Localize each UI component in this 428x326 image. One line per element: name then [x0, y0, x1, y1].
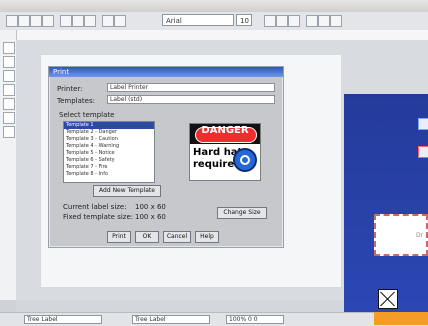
- section-label: Select template: [59, 111, 115, 119]
- image-tool-icon[interactable]: [3, 112, 15, 124]
- change-size-button[interactable]: Change Size: [217, 207, 267, 219]
- preview-label-frame: Dr: [374, 214, 428, 256]
- italic-icon[interactable]: [276, 15, 288, 27]
- danger-sign-preview: DANGER Hard hat required: [189, 123, 261, 181]
- list-item[interactable]: Template 4 - Warning: [64, 143, 154, 150]
- printer-field[interactable]: Label Printer: [107, 83, 275, 92]
- list-item[interactable]: Template 7 - Fire: [64, 164, 154, 171]
- preview-thumbnail[interactable]: [418, 146, 428, 158]
- option-1-value: 100 x 60: [135, 203, 166, 211]
- copy-icon[interactable]: [72, 15, 84, 27]
- preview-thumbnail[interactable]: [418, 118, 428, 130]
- list-item[interactable]: Template 8 - Info: [64, 171, 154, 178]
- save-file-icon[interactable]: [30, 15, 42, 27]
- help-button[interactable]: Help: [195, 231, 219, 243]
- status-right[interactable]: 100% 0 0: [226, 315, 284, 324]
- template-listbox[interactable]: Template 1 Template 2 - Danger Template …: [63, 121, 155, 183]
- print-button[interactable]: Print: [107, 231, 131, 243]
- font-size-dropdown[interactable]: 10: [236, 14, 252, 26]
- list-item[interactable]: Template 1: [64, 122, 154, 129]
- select-tool-icon[interactable]: [3, 42, 15, 54]
- cut-icon[interactable]: [60, 15, 72, 27]
- templates-field[interactable]: Label (std): [107, 95, 275, 104]
- open-file-icon[interactable]: [18, 15, 30, 27]
- underline-icon[interactable]: [288, 15, 300, 27]
- list-item[interactable]: Template 5 - Notice: [64, 150, 154, 157]
- line-tool-icon[interactable]: [3, 70, 15, 82]
- align-center-icon[interactable]: [318, 15, 330, 27]
- add-template-button[interactable]: Add New Template: [93, 185, 161, 197]
- ok-button[interactable]: OK: [135, 231, 159, 243]
- close-icon[interactable]: [378, 289, 398, 309]
- paste-icon[interactable]: [84, 15, 96, 27]
- list-item[interactable]: Template 3 - Caution: [64, 136, 154, 143]
- option-2-label: Fixed template size:: [63, 213, 134, 221]
- undo-icon[interactable]: [102, 15, 114, 27]
- app-window: Arial 10 Print Printer: Label Printer Te…: [0, 0, 428, 326]
- text-tool-icon[interactable]: [3, 56, 15, 68]
- barcode-tool-icon[interactable]: [3, 126, 15, 138]
- rectangle-tool-icon[interactable]: [3, 84, 15, 96]
- new-file-icon[interactable]: [6, 15, 18, 27]
- align-right-icon[interactable]: [330, 15, 342, 27]
- option-1-label: Current label size:: [63, 203, 127, 211]
- list-item[interactable]: Template 6 - Safety: [64, 157, 154, 164]
- list-item[interactable]: Template 2 - Danger: [64, 129, 154, 136]
- redo-icon[interactable]: [114, 15, 126, 27]
- printer-label: Printer:: [57, 85, 83, 93]
- top-toolbar: Arial 10: [0, 12, 428, 31]
- ellipse-tool-icon[interactable]: [3, 98, 15, 110]
- print-icon[interactable]: [42, 15, 54, 27]
- templates-label: Templates:: [57, 97, 95, 105]
- status-middle[interactable]: Tree Label: [132, 315, 210, 324]
- status-bar: Tree Label Tree Label 100% 0 0: [0, 312, 428, 326]
- danger-text: DANGER: [201, 125, 249, 136]
- danger-header-bar: DANGER: [190, 124, 260, 144]
- option-2-value: 100 x 60: [135, 213, 166, 221]
- font-dropdown[interactable]: Arial: [162, 14, 234, 26]
- vertical-ruler: [0, 30, 17, 300]
- cancel-button[interactable]: Cancel: [163, 231, 191, 243]
- bold-icon[interactable]: [264, 15, 276, 27]
- align-left-icon[interactable]: [306, 15, 318, 27]
- hard-hat-icon: [233, 148, 257, 172]
- dialog-title: Print: [49, 67, 283, 77]
- status-left[interactable]: Tree Label: [24, 315, 102, 324]
- print-dialog: Print Printer: Label Printer Templates: …: [48, 66, 284, 248]
- orange-panel: [374, 312, 428, 325]
- preview-placeholder-text: Dr: [416, 232, 424, 239]
